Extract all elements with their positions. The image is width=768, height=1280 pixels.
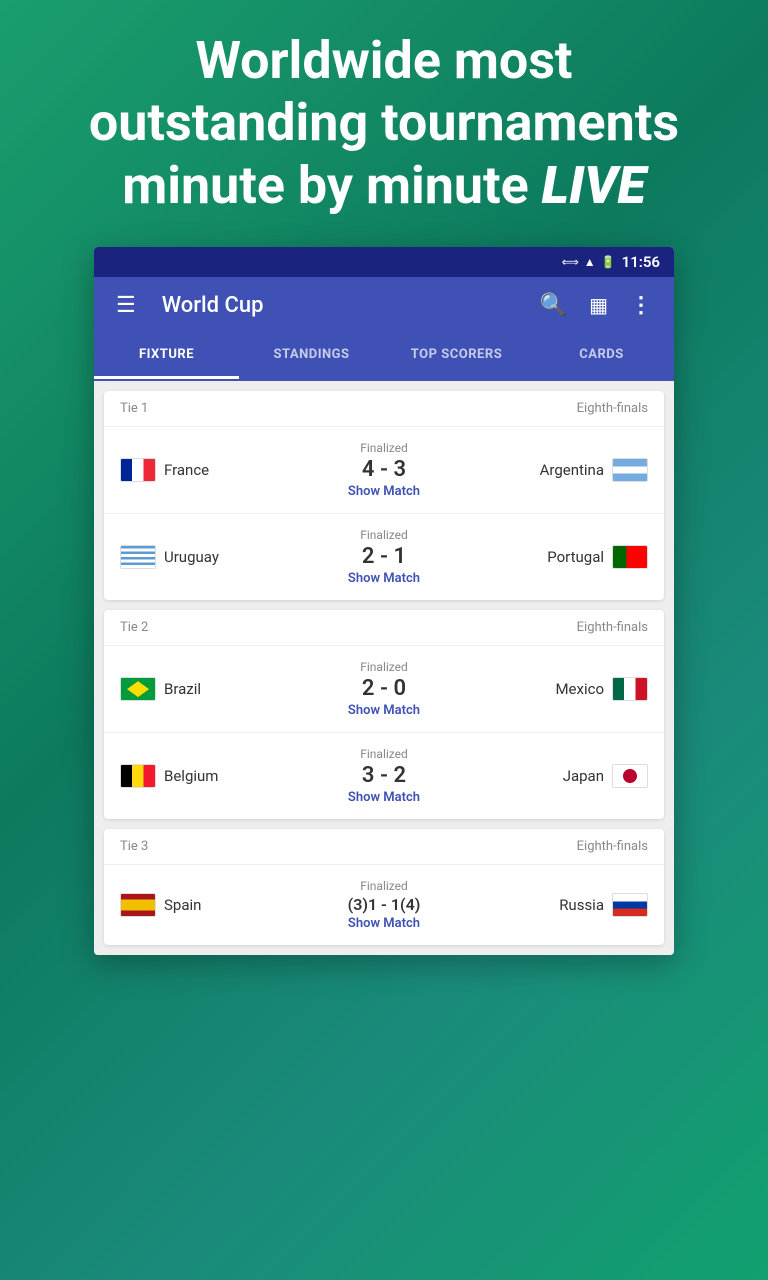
flag-portugal — [612, 545, 648, 569]
tie-2-stage: Eighth-finals — [577, 620, 648, 635]
team-mexico: Mexico — [447, 677, 648, 701]
score-block-2-2: Finalized 3 - 2 Show Match — [329, 747, 439, 805]
flag-argentina — [612, 458, 648, 482]
calendar-icon[interactable]: ▦ — [581, 285, 616, 325]
team-belgium: Belgium — [120, 764, 321, 788]
tie-1-card: Tie 1 Eighth-finals France Finalized 4 -… — [104, 391, 664, 600]
flag-russia — [612, 893, 648, 917]
show-match-spain-russia[interactable]: Show Match — [329, 916, 439, 931]
show-match-france-argentina[interactable]: Show Match — [329, 484, 439, 499]
score-block-1-2: Finalized 2 - 1 Show Match — [329, 528, 439, 586]
team-name-uruguay: Uruguay — [164, 548, 219, 566]
team-brazil: Brazil — [120, 677, 321, 701]
signal-icon: ▲ — [584, 255, 596, 269]
finalized-label-3: Finalized — [329, 660, 439, 674]
tie-1-id: Tie 1 — [120, 401, 148, 416]
team-name-portugal: Portugal — [547, 548, 604, 566]
app-bar-icons: 🔍 ▦ ⋮ — [532, 285, 660, 326]
phone-frame: ⟺ ▲ 🔋 11:56 ☰ World Cup 🔍 ▦ ⋮ FIXTURE ST… — [94, 247, 674, 955]
team-uruguay: Uruguay — [120, 545, 321, 569]
status-bar: ⟺ ▲ 🔋 11:56 — [94, 247, 674, 277]
tie-3-id: Tie 3 — [120, 839, 148, 854]
tie-2-card: Tie 2 Eighth-finals Brazil Finalized 2 -… — [104, 610, 664, 819]
flag-uruguay — [120, 545, 156, 569]
team-france: France — [120, 458, 321, 482]
status-time: 11:56 — [622, 253, 660, 271]
show-match-brazil-mexico[interactable]: Show Match — [329, 703, 439, 718]
tie-2-header: Tie 2 Eighth-finals — [104, 610, 664, 645]
team-name-spain: Spain — [164, 896, 201, 914]
match-uruguay-portugal: Uruguay Finalized 2 - 1 Show Match Portu… — [104, 514, 664, 600]
score-france-argentina: 4 - 3 — [329, 457, 439, 482]
menu-icon[interactable]: ☰ — [108, 285, 144, 326]
flag-france — [120, 458, 156, 482]
team-portugal: Portugal — [447, 545, 648, 569]
app-bar: ☰ World Cup 🔍 ▦ ⋮ — [94, 277, 674, 333]
flag-brazil — [120, 677, 156, 701]
team-name-belgium: Belgium — [164, 767, 218, 785]
finalized-label-4: Finalized — [329, 747, 439, 761]
tab-standings[interactable]: STANDINGS — [239, 333, 384, 379]
hero-section: Worldwide most outstanding tournaments m… — [0, 0, 768, 247]
team-russia: Russia — [447, 893, 648, 917]
finalized-label: Finalized — [329, 441, 439, 455]
tie-3-card: Tie 3 Eighth-finals Spain Finalized (3)1… — [104, 829, 664, 945]
more-icon[interactable]: ⋮ — [622, 285, 660, 326]
match-france-argentina: France Finalized 4 - 3 Show Match Argent… — [104, 427, 664, 513]
team-spain: Spain — [120, 893, 321, 917]
show-match-uruguay-portugal[interactable]: Show Match — [329, 571, 439, 586]
app-title: World Cup — [162, 293, 522, 318]
team-name-japan: Japan — [563, 767, 604, 785]
tie-3-header: Tie 3 Eighth-finals — [104, 829, 664, 864]
flag-japan — [612, 764, 648, 788]
flag-spain — [120, 893, 156, 917]
team-argentina: Argentina — [447, 458, 648, 482]
tie-1-header: Tie 1 Eighth-finals — [104, 391, 664, 426]
tie-1-stage: Eighth-finals — [577, 401, 648, 416]
team-name-france: France — [164, 461, 209, 479]
tab-cards[interactable]: CARDS — [529, 333, 674, 379]
tie-3-stage: Eighth-finals — [577, 839, 648, 854]
tab-top-scorers[interactable]: TOP SCORERS — [384, 333, 529, 379]
score-spain-russia: (3)1 - 1(4) — [329, 895, 439, 914]
match-belgium-japan: Belgium Finalized 3 - 2 Show Match Japan — [104, 733, 664, 819]
match-brazil-mexico: Brazil Finalized 2 - 0 Show Match Mexico — [104, 646, 664, 732]
finalized-label-5: Finalized — [329, 879, 439, 893]
status-icons: ⟺ ▲ 🔋 — [562, 255, 616, 269]
data-icon: ⟺ — [562, 255, 579, 269]
team-name-mexico: Mexico — [555, 680, 604, 698]
tab-bar: FIXTURE STANDINGS TOP SCORERS CARDS — [94, 333, 674, 381]
content-area: Tie 1 Eighth-finals France Finalized 4 -… — [94, 381, 674, 955]
score-block-3-1: Finalized (3)1 - 1(4) Show Match — [329, 879, 439, 931]
score-block-1-1: Finalized 4 - 3 Show Match — [329, 441, 439, 499]
flag-mexico — [612, 677, 648, 701]
tab-fixture[interactable]: FIXTURE — [94, 333, 239, 379]
score-block-2-1: Finalized 2 - 0 Show Match — [329, 660, 439, 718]
score-belgium-japan: 3 - 2 — [329, 763, 439, 788]
tie-2-id: Tie 2 — [120, 620, 148, 635]
score-brazil-mexico: 2 - 0 — [329, 676, 439, 701]
team-name-argentina: Argentina — [540, 461, 604, 479]
hero-title: Worldwide most outstanding tournaments m… — [60, 30, 708, 217]
match-spain-russia: Spain Finalized (3)1 - 1(4) Show Match R… — [104, 865, 664, 945]
team-name-brazil: Brazil — [164, 680, 201, 698]
show-match-belgium-japan[interactable]: Show Match — [329, 790, 439, 805]
score-uruguay-portugal: 2 - 1 — [329, 544, 439, 569]
search-icon[interactable]: 🔍 — [532, 285, 575, 326]
finalized-label-2: Finalized — [329, 528, 439, 542]
team-name-russia: Russia — [559, 896, 604, 914]
team-japan: Japan — [447, 764, 648, 788]
battery-icon: 🔋 — [601, 255, 616, 269]
flag-belgium — [120, 764, 156, 788]
